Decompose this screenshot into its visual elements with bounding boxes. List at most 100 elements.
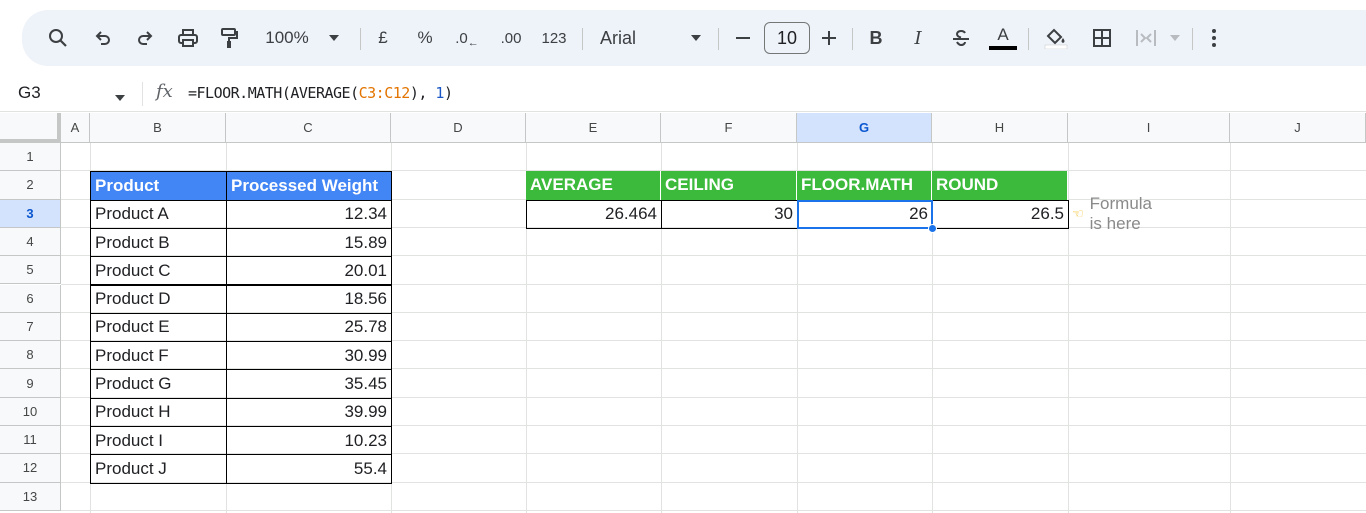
formula-text: =FLOOR.MATH(AVERAGE( <box>188 84 359 102</box>
column-header-f[interactable]: F <box>661 113 797 143</box>
borders-icon[interactable] <box>1088 10 1116 66</box>
formula-text: ) <box>443 84 453 102</box>
font-family-select[interactable]: Arial <box>600 10 660 66</box>
decrease-decimal-label: .0 <box>455 29 468 47</box>
formula-note-text: Formula is here <box>1089 193 1153 233</box>
result-value-ceiling[interactable]: 30 <box>661 199 798 229</box>
bold-button[interactable]: B <box>864 10 888 66</box>
font-size-input[interactable]: 10 <box>764 22 810 54</box>
row-header-1[interactable]: 1 <box>0 143 61 172</box>
column-header-b[interactable]: B <box>90 113 226 143</box>
product-name-cell[interactable]: Product J <box>90 454 227 484</box>
result-header-floor-math[interactable]: FLOOR.MATH <box>797 171 932 200</box>
processed-weight-cell[interactable]: 10.23 <box>226 426 392 456</box>
processed-weight-cell[interactable]: 39.99 <box>226 397 392 427</box>
more-options-icon[interactable] <box>1204 10 1224 66</box>
merge-cells-icon[interactable] <box>1132 10 1160 66</box>
formula-text: ), <box>409 84 436 102</box>
product-name-cell[interactable]: Product D <box>90 284 227 314</box>
column-header-e[interactable]: E <box>526 113 661 143</box>
increase-decimal-label: .00 <box>500 29 522 47</box>
row-header-13[interactable]: 13 <box>0 482 61 511</box>
formula-input[interactable]: =FLOOR.MATH(AVERAGE(C3:C12), 1) <box>188 84 453 102</box>
print-icon[interactable] <box>174 10 202 66</box>
column-header-a[interactable]: A <box>61 113 90 143</box>
result-header-round[interactable]: ROUND <box>932 171 1068 200</box>
toolbar: 100% £ % .0 ← .00 123 Arial 10 B I A <box>22 10 1366 66</box>
select-all-corner[interactable] <box>0 113 61 143</box>
text-color-swatch <box>989 46 1017 50</box>
font-dropdown-icon[interactable] <box>686 10 706 66</box>
pointing-hand-icon: ☜ <box>1072 205 1084 221</box>
percent-format-button[interactable]: % <box>414 10 436 66</box>
product-name-cell[interactable]: Product E <box>90 312 227 343</box>
processed-weight-cell[interactable]: 55.4 <box>226 454 392 484</box>
column-header-g[interactable]: G <box>797 113 932 143</box>
result-header-ceiling[interactable]: CEILING <box>661 171 797 200</box>
product-name-cell[interactable]: Product B <box>90 227 227 258</box>
product-name-cell[interactable]: Product G <box>90 369 227 399</box>
currency-format-button[interactable]: £ <box>372 10 394 66</box>
product-name-cell[interactable]: Product A <box>90 199 227 229</box>
fx-icon: fx <box>156 81 173 102</box>
row-header-3[interactable]: 3 <box>0 199 61 228</box>
search-icon[interactable] <box>44 10 72 66</box>
row-header-5[interactable]: 5 <box>0 256 61 285</box>
increase-decimal-button[interactable]: .00 <box>496 10 526 66</box>
fill-handle[interactable] <box>928 223 937 233</box>
result-header-average[interactable]: AVERAGE <box>526 171 661 200</box>
undo-icon[interactable] <box>90 10 116 66</box>
formula-range-ref: C3:C12 <box>358 84 411 102</box>
italic-button[interactable]: I <box>906 10 930 66</box>
name-box-dropdown-icon[interactable] <box>114 89 126 107</box>
row-header-9[interactable]: 9 <box>0 369 61 398</box>
row-header-2[interactable]: 2 <box>0 171 61 200</box>
decrease-decimal-button[interactable]: .0 ← <box>452 10 482 66</box>
processed-weight-cell[interactable]: 15.89 <box>226 227 392 258</box>
text-color-button[interactable]: A <box>988 10 1018 66</box>
product-name-cell[interactable]: Product F <box>90 341 227 371</box>
processed-weight-cell[interactable]: 25.78 <box>226 312 392 343</box>
column-header-h[interactable]: H <box>932 113 1068 143</box>
processed-weight-cell[interactable]: 30.99 <box>226 341 392 371</box>
column-header-j[interactable]: J <box>1230 113 1366 143</box>
row-header-4[interactable]: 4 <box>0 227 61 257</box>
zoom-dropdown-icon[interactable] <box>324 10 344 66</box>
paint-format-icon[interactable] <box>216 10 242 66</box>
increase-font-size-icon[interactable] <box>818 10 840 66</box>
arrow-left-icon: ← <box>467 37 479 49</box>
merge-dropdown-icon[interactable] <box>1166 10 1184 66</box>
processed-weight-cell[interactable]: 18.56 <box>226 284 392 314</box>
column-header-i[interactable]: I <box>1068 113 1230 143</box>
product-name-cell[interactable]: Product C <box>90 256 227 286</box>
formula-bar: G3 fx =FLOOR.MATH(AVERAGE(C3:C12), 1) <box>0 76 1366 112</box>
processed-weight-cell[interactable]: 12.34 <box>226 199 392 229</box>
row-header-12[interactable]: 12 <box>0 454 61 483</box>
result-value-round[interactable]: 26.5 <box>932 199 1069 229</box>
product-name-cell[interactable]: Product H <box>90 397 227 427</box>
result-value-average[interactable]: 26.464 <box>526 199 662 229</box>
fill-color-icon[interactable] <box>1042 10 1070 66</box>
column-header-c[interactable]: C <box>226 113 391 143</box>
formula-number: 1 <box>435 84 444 102</box>
row-header-8[interactable]: 8 <box>0 341 61 370</box>
redo-icon[interactable] <box>132 10 158 66</box>
product-name-cell[interactable]: Product I <box>90 426 227 456</box>
row-header-10[interactable]: 10 <box>0 397 61 426</box>
decrease-font-size-icon[interactable] <box>732 10 754 66</box>
formula-note: ☜ Formula is here <box>1072 194 1152 233</box>
row-header-11[interactable]: 11 <box>0 426 61 455</box>
name-box[interactable]: G3 <box>18 83 41 103</box>
row-header-6[interactable]: 6 <box>0 284 61 313</box>
processed-weight-cell[interactable]: 35.45 <box>226 369 392 399</box>
processed-weight-cell[interactable]: 20.01 <box>226 256 392 286</box>
more-formats-button[interactable]: 123 <box>538 10 570 66</box>
product-table-header[interactable]: Product <box>90 171 227 201</box>
strikethrough-icon[interactable] <box>948 10 974 66</box>
column-header-d[interactable]: D <box>391 113 526 143</box>
selected-cell-border <box>797 199 933 229</box>
zoom-value[interactable]: 100% <box>260 10 314 66</box>
product-table-header[interactable]: Processed Weight <box>226 171 392 201</box>
row-header-7[interactable]: 7 <box>0 312 61 342</box>
gridline <box>61 509 1366 511</box>
